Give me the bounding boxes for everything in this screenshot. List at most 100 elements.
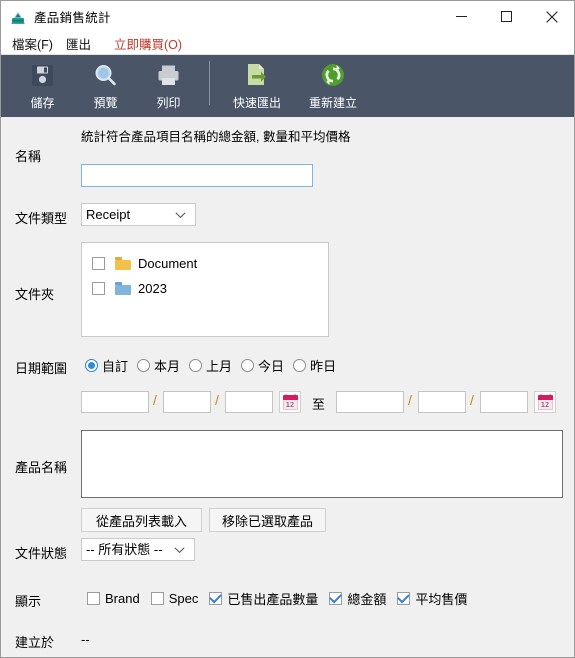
form-body: 統計符合產品項目名稱的總金額, 數量和平均價格 名稱 文件類型 Receipt … bbox=[1, 118, 574, 657]
toolbar-rebuild[interactable]: 重新建立 bbox=[295, 55, 371, 117]
rebuild-refresh-icon bbox=[319, 60, 347, 90]
checkbox-brand-label: Brand bbox=[105, 591, 140, 606]
toolbar-preview-label: 預覽 bbox=[93, 96, 118, 110]
quick-export-icon bbox=[243, 60, 271, 90]
date-between-label: 至 bbox=[312, 397, 326, 412]
date-from-day-input[interactable] bbox=[225, 391, 273, 413]
menu-bar: 檔案(F) 匯出 立即購買(O) bbox=[1, 32, 574, 55]
radio-last-month[interactable]: 上月 bbox=[189, 356, 232, 375]
radio-today[interactable]: 今日 bbox=[241, 356, 284, 375]
remove-selected-product-button[interactable]: 移除已選取產品 bbox=[209, 508, 326, 532]
toolbar-rebuild-label: 重新建立 bbox=[308, 96, 357, 110]
preview-magnifier-icon bbox=[92, 60, 119, 90]
date-from-separator-2: / bbox=[215, 392, 219, 408]
close-button[interactable] bbox=[529, 1, 574, 32]
date-from-year-input[interactable] bbox=[81, 391, 149, 413]
checkbox-sold-quantity[interactable]: 已售出產品數量 bbox=[209, 589, 318, 608]
print-printer-icon bbox=[155, 60, 182, 90]
date-from-month-input[interactable] bbox=[163, 391, 211, 413]
checkbox-total-amount[interactable]: 總金額 bbox=[329, 589, 386, 608]
doc-status-label: 文件狀態 bbox=[15, 546, 68, 561]
list-item[interactable]: 2023 bbox=[82, 276, 328, 301]
checkbox-average-price[interactable]: 平均售價 bbox=[397, 589, 467, 608]
date-from-calendar-button[interactable]: 12 bbox=[279, 391, 301, 413]
radio-last-month-label: 上月 bbox=[206, 359, 233, 374]
folder-label: 2023 bbox=[138, 281, 167, 296]
radio-last-month-dot[interactable] bbox=[189, 359, 203, 372]
checkbox-average-price-box[interactable] bbox=[397, 592, 411, 605]
folders-listbox[interactable]: Document 2023 bbox=[81, 242, 329, 337]
checkbox-spec[interactable]: Spec bbox=[150, 591, 198, 606]
radio-custom-dot[interactable] bbox=[85, 359, 98, 372]
app-printer-icon bbox=[10, 9, 26, 25]
checkbox-sold-quantity-box[interactable] bbox=[209, 592, 223, 605]
menu-export[interactable]: 匯出 bbox=[62, 32, 100, 55]
toolbar-preview[interactable]: 預覽 bbox=[74, 55, 137, 117]
radio-this-month-label: 本月 bbox=[154, 359, 181, 374]
calendar-icon: 12 bbox=[537, 393, 553, 410]
display-label: 顯示 bbox=[15, 594, 42, 609]
date-range-label: 日期範圍 bbox=[15, 361, 68, 376]
minimize-button[interactable] bbox=[439, 1, 484, 32]
radio-today-label: 今日 bbox=[258, 359, 285, 374]
checkbox-brand[interactable]: Brand bbox=[87, 591, 140, 606]
toolbar-save[interactable]: 儲存 bbox=[11, 55, 74, 117]
toolbar-print[interactable]: 列印 bbox=[137, 55, 200, 117]
list-item[interactable]: Document bbox=[82, 251, 328, 276]
radio-this-month[interactable]: 本月 bbox=[137, 356, 180, 375]
maximize-button[interactable] bbox=[484, 1, 529, 32]
created-at-label: 建立於 bbox=[15, 635, 55, 650]
toolbar-save-label: 儲存 bbox=[30, 96, 55, 110]
folder-icon-document bbox=[115, 257, 131, 270]
doc-status-select[interactable]: -- 所有狀態 -- bbox=[81, 538, 195, 561]
doc-type-label: 文件類型 bbox=[15, 211, 68, 226]
doc-type-select-wrap: Receipt bbox=[81, 203, 196, 226]
checkbox-spec-box[interactable] bbox=[150, 592, 164, 605]
save-floppy-icon bbox=[29, 60, 56, 90]
radio-yesterday-dot[interactable] bbox=[293, 359, 307, 372]
date-to-day-input[interactable] bbox=[480, 391, 528, 413]
display-checkbox-group: Brand Spec 已售出產品數量 總金額 平均售價 bbox=[87, 589, 478, 608]
menu-buy-now[interactable]: 立即購買(O) bbox=[110, 32, 191, 55]
checkbox-brand-box[interactable] bbox=[87, 592, 100, 605]
date-to-month-input[interactable] bbox=[418, 391, 466, 413]
radio-yesterday[interactable]: 昨日 bbox=[293, 356, 336, 375]
folder-checkbox-2023[interactable] bbox=[92, 282, 105, 295]
product-name-label: 產品名稱 bbox=[15, 460, 68, 475]
title-bar: 產品銷售統計 bbox=[1, 1, 574, 32]
toolbar: 儲存 預覽 列印 快速匯出 重新建立 bbox=[1, 55, 574, 117]
folders-label: 文件夾 bbox=[15, 287, 55, 302]
calendar-icon-day: 12 bbox=[540, 400, 550, 409]
window-controls bbox=[439, 1, 574, 32]
date-to-year-input[interactable] bbox=[336, 391, 404, 413]
name-label: 名稱 bbox=[15, 149, 42, 164]
toolbar-quick-export[interactable]: 快速匯出 bbox=[219, 55, 295, 117]
checkbox-total-amount-label: 總金額 bbox=[347, 592, 387, 607]
date-to-calendar-button[interactable]: 12 bbox=[534, 391, 556, 413]
menu-file[interactable]: 檔案(F) bbox=[8, 32, 62, 55]
toolbar-print-label: 列印 bbox=[156, 96, 181, 110]
doc-status-select-wrap: -- 所有狀態 -- bbox=[81, 538, 195, 561]
radio-today-dot[interactable] bbox=[241, 359, 255, 372]
window-title: 產品銷售統計 bbox=[34, 11, 111, 25]
application-window: 產品銷售統計 檔案(F) 匯出 立即購買(O) 儲存 預覽 列印 快速匯出 重新… bbox=[0, 0, 575, 658]
date-range-radio-group: 自訂 本月 上月 今日 昨日 bbox=[85, 356, 345, 375]
checkbox-average-price-label: 平均售價 bbox=[415, 592, 468, 607]
folder-checkbox-document[interactable] bbox=[92, 257, 105, 270]
checkbox-total-amount-box[interactable] bbox=[329, 592, 343, 605]
folder-label: Document bbox=[138, 256, 198, 271]
radio-custom[interactable]: 自訂 bbox=[85, 356, 128, 375]
calendar-icon: 12 bbox=[282, 393, 298, 410]
name-input[interactable] bbox=[81, 164, 313, 187]
calendar-icon-day: 12 bbox=[285, 400, 295, 409]
radio-yesterday-label: 昨日 bbox=[310, 359, 337, 374]
radio-this-month-dot[interactable] bbox=[137, 359, 151, 372]
toolbar-separator bbox=[209, 61, 210, 105]
product-name-textarea[interactable] bbox=[81, 430, 563, 498]
date-from-separator-1: / bbox=[153, 392, 157, 408]
load-from-product-list-button[interactable]: 從產品列表載入 bbox=[81, 508, 202, 532]
toolbar-quick-export-label: 快速匯出 bbox=[232, 96, 281, 110]
date-to-separator-2: / bbox=[470, 392, 474, 408]
doc-type-select[interactable]: Receipt bbox=[81, 203, 196, 226]
form-hint: 統計符合產品項目名稱的總金額, 數量和平均價格 bbox=[81, 130, 351, 144]
